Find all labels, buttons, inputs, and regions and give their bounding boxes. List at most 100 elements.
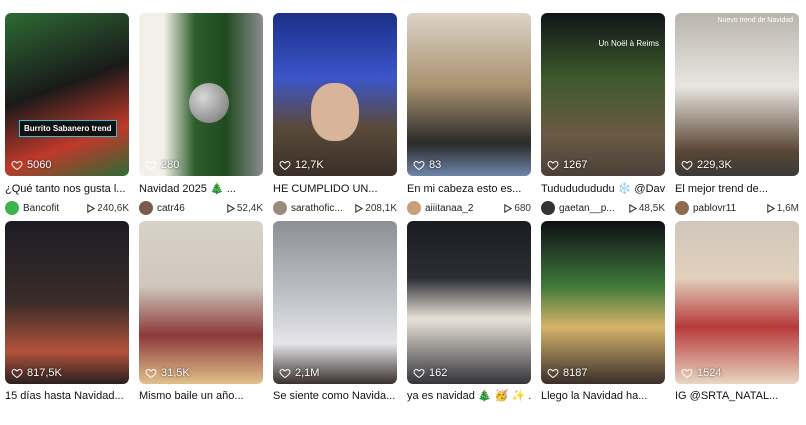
- view-count-label: 83: [429, 159, 442, 171]
- play-count: 680: [503, 203, 531, 214]
- video-card[interactable]: 8187 Llego la Navidad ha...: [541, 221, 665, 403]
- overlay-caption: Un Noël à Reims: [598, 39, 659, 48]
- video-title[interactable]: Se siente como Navida...: [273, 389, 397, 403]
- heart-icon: [145, 368, 157, 379]
- video-thumbnail[interactable]: Burrito Sabanero trend 5060: [5, 13, 129, 176]
- heart-icon: [413, 368, 425, 379]
- video-card[interactable]: 162 ya es navidad 🎄 🥳 ✨ ...: [407, 221, 531, 403]
- view-count: 12,7K: [279, 159, 324, 171]
- author-name[interactable]: aiiitanaa_2: [425, 203, 503, 214]
- video-thumbnail[interactable]: 8187: [541, 221, 665, 384]
- heart-icon: [413, 160, 425, 171]
- video-meta: pablovr11 1,6M: [675, 201, 799, 215]
- view-count-label: 280: [161, 159, 180, 171]
- heart-icon: [145, 160, 157, 171]
- video-thumbnail[interactable]: Nuevo trend de Navidad 229,3K: [675, 13, 799, 176]
- avatar[interactable]: [273, 201, 287, 215]
- video-meta: gaetan__p... 48,5K: [541, 201, 665, 215]
- view-count: 817,5K: [11, 367, 62, 379]
- video-thumbnail[interactable]: Un Noël à Reims 1267: [541, 13, 665, 176]
- avatar[interactable]: [407, 201, 421, 215]
- view-count-label: 5060: [27, 159, 52, 171]
- heart-icon: [681, 368, 693, 379]
- heart-icon: [279, 368, 291, 379]
- view-count: 1524: [681, 367, 721, 379]
- author-name[interactable]: sarathofic...: [291, 203, 354, 214]
- play-count-label: 240,6K: [97, 202, 129, 214]
- view-count-label: 817,5K: [27, 367, 62, 379]
- video-card[interactable]: Un Noël à Reims 1267 Tudududududu ❄️ @Da…: [541, 13, 665, 215]
- video-title[interactable]: El mejor trend de...: [675, 182, 799, 196]
- view-count: 5060: [11, 159, 51, 171]
- thumbnail-image: [675, 13, 799, 176]
- play-icon: [504, 203, 513, 213]
- play-count-label: 52,4K: [236, 202, 263, 214]
- video-meta: sarathofic... 208,1K: [273, 201, 397, 215]
- video-title[interactable]: En mi cabeza esto es...: [407, 182, 531, 196]
- view-count: 280: [145, 159, 179, 171]
- author-name[interactable]: pablovr11: [693, 203, 766, 214]
- video-title[interactable]: Mismo baile un año...: [139, 389, 263, 403]
- thumbnail-image: [273, 221, 397, 384]
- avatar[interactable]: [541, 201, 555, 215]
- video-title[interactable]: 15 días hasta Navidad...: [5, 389, 129, 403]
- video-card[interactable]: 280 Navidad 2025 🎄 ... catr46 52,4K: [139, 13, 263, 215]
- video-thumbnail[interactable]: 12,7K: [273, 13, 397, 176]
- video-thumbnail[interactable]: 83: [407, 13, 531, 176]
- heart-icon: [547, 368, 559, 379]
- video-thumbnail[interactable]: 280: [139, 13, 263, 176]
- video-title[interactable]: IG @SRTA_NATAL...: [675, 389, 799, 403]
- video-card[interactable]: 31,5K Mismo baile un año...: [139, 221, 263, 403]
- play-icon: [629, 203, 637, 213]
- view-count-label: 229,3K: [697, 159, 732, 171]
- video-thumbnail[interactable]: 162: [407, 221, 531, 384]
- play-count-label: 680: [514, 202, 531, 214]
- video-card[interactable]: 12,7K HE CUMPLIDO UN... sarathofic... 20…: [273, 13, 397, 215]
- view-count-label: 2,1M: [295, 367, 320, 379]
- view-count: 162: [413, 367, 447, 379]
- author-name[interactable]: Bancofit: [23, 203, 86, 214]
- video-title[interactable]: Navidad 2025 🎄 ...: [139, 182, 263, 196]
- play-count: 1,6M: [766, 203, 799, 214]
- thumbnail-image: [407, 13, 531, 176]
- video-thumbnail[interactable]: 1524: [675, 221, 799, 384]
- author-name[interactable]: catr46: [157, 203, 226, 214]
- view-count-label: 1524: [697, 367, 722, 379]
- video-thumbnail[interactable]: 817,5K: [5, 221, 129, 384]
- play-icon: [227, 203, 235, 213]
- video-title[interactable]: Tudududududu ❄️ @Davi...: [541, 182, 665, 196]
- play-count: 52,4K: [226, 203, 263, 214]
- play-icon: [355, 203, 364, 213]
- thumbnail-image: [5, 221, 129, 384]
- avatar[interactable]: [675, 201, 689, 215]
- video-title[interactable]: ¿Qué tanto nos gusta l...: [5, 182, 129, 196]
- video-card[interactable]: Burrito Sabanero trend 5060 ¿Qué tanto n…: [5, 13, 129, 215]
- view-count: 1267: [547, 159, 587, 171]
- thumbnail-image: [139, 221, 263, 384]
- video-card[interactable]: Nuevo trend de Navidad 229,3K El mejor t…: [675, 13, 799, 215]
- video-thumbnail[interactable]: 31,5K: [139, 221, 263, 384]
- play-count: 208,1K: [354, 203, 397, 214]
- video-card[interactable]: 1524 IG @SRTA_NATAL...: [675, 221, 799, 403]
- video-card[interactable]: 83 En mi cabeza esto es... aiiitanaa_2 6…: [407, 13, 531, 215]
- ornament: [189, 83, 229, 123]
- thumbnail-image: [407, 221, 531, 384]
- video-title[interactable]: ya es navidad 🎄 🥳 ✨ ...: [407, 389, 531, 403]
- video-title[interactable]: Llego la Navidad ha...: [541, 389, 665, 403]
- avatar[interactable]: [139, 201, 153, 215]
- play-count-label: 1,6M: [776, 202, 799, 214]
- author-name[interactable]: gaetan__p...: [559, 203, 628, 214]
- view-count-label: 8187: [563, 367, 588, 379]
- view-count: 2,1M: [279, 367, 319, 379]
- video-card[interactable]: 2,1M Se siente como Navida...: [273, 221, 397, 403]
- view-count: 8187: [547, 367, 587, 379]
- thumbnail-image: [541, 13, 665, 176]
- avatar[interactable]: [5, 201, 19, 215]
- video-thumbnail[interactable]: 2,1M: [273, 221, 397, 384]
- video-card[interactable]: 817,5K 15 días hasta Navidad...: [5, 221, 129, 403]
- view-count-label: 1267: [563, 159, 588, 171]
- thumbnail-image: [5, 13, 129, 176]
- play-count: 48,5K: [628, 203, 665, 214]
- heart-icon: [547, 160, 559, 171]
- video-title[interactable]: HE CUMPLIDO UN...: [273, 182, 397, 196]
